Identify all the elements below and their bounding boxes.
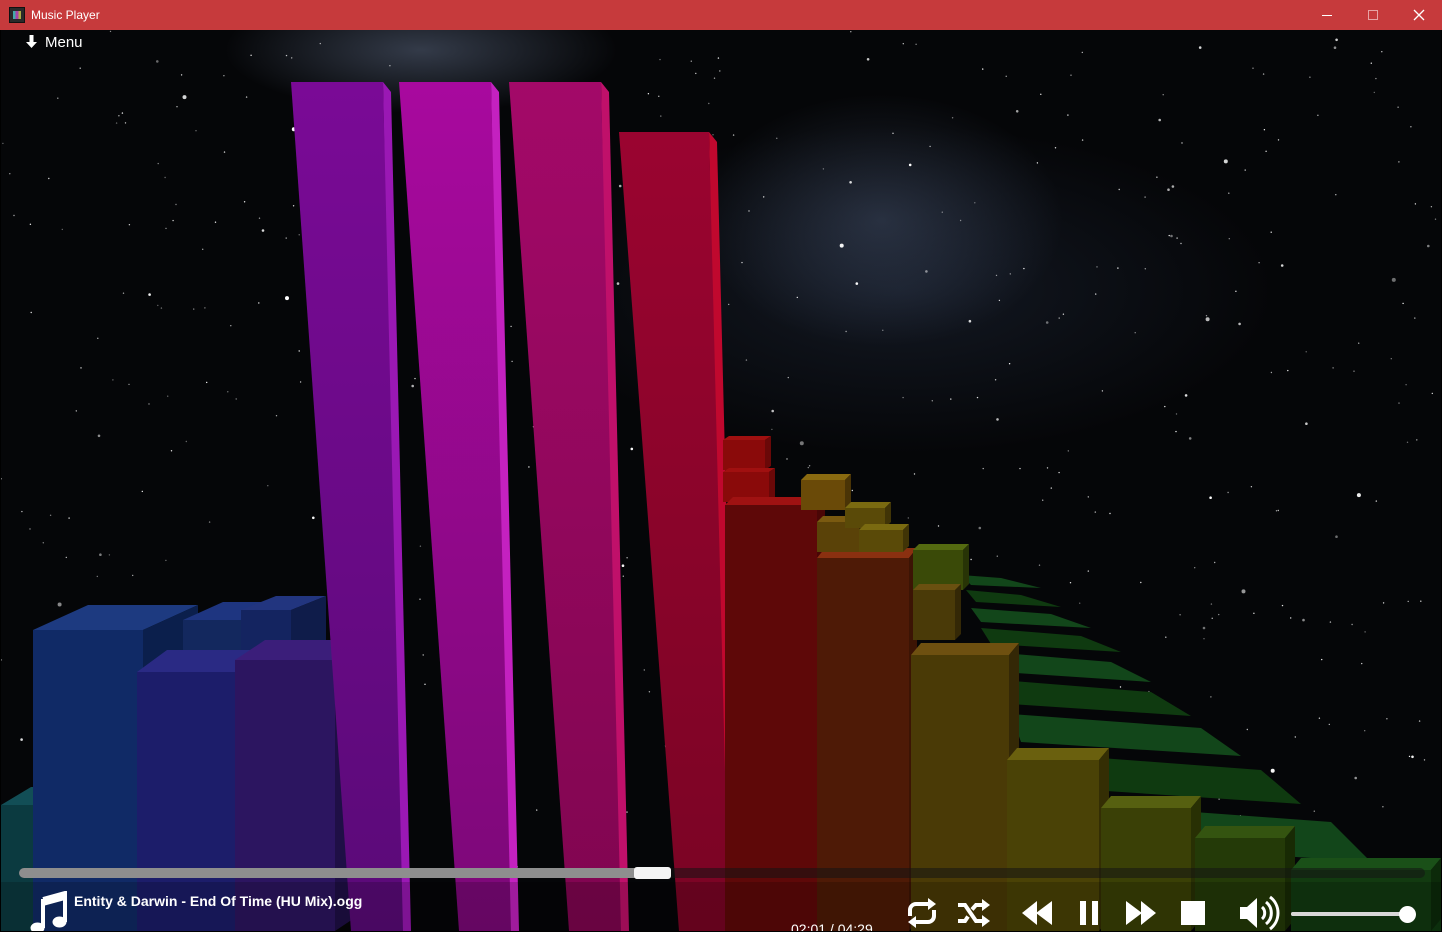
music-note-icon bbox=[30, 891, 67, 931]
seek-handle[interactable] bbox=[634, 867, 671, 879]
title-bar[interactable]: Music Player bbox=[0, 0, 1442, 30]
close-button[interactable] bbox=[1396, 0, 1442, 30]
bar-olive-top-front bbox=[801, 480, 845, 510]
repeat-icon bbox=[908, 898, 936, 928]
bar-olive-5-top bbox=[1101, 796, 1201, 808]
spectrum-visualizer bbox=[1, 82, 1441, 931]
window-title: Music Player bbox=[31, 8, 100, 22]
bar-green-top bbox=[1195, 826, 1295, 838]
bar-amber-side bbox=[955, 584, 961, 640]
floor-tile bbox=[971, 608, 1091, 628]
bar-olive-4-front bbox=[859, 530, 903, 552]
bar-lime-top-side bbox=[963, 544, 969, 590]
bar-olive-4-top bbox=[859, 524, 909, 530]
minimize-icon bbox=[1322, 15, 1332, 16]
bar-gold-top bbox=[911, 643, 1019, 655]
repeat-button[interactable] bbox=[902, 894, 942, 931]
seek-bar[interactable] bbox=[19, 865, 1425, 879]
stop-button[interactable] bbox=[1173, 894, 1213, 931]
fast-forward-icon bbox=[1126, 901, 1156, 925]
floor-tile bbox=[1001, 680, 1191, 716]
shuffle-icon bbox=[958, 899, 990, 927]
bar-red-top-side bbox=[765, 436, 771, 470]
fast-forward-button[interactable] bbox=[1121, 894, 1161, 931]
menu-button[interactable]: Menu bbox=[25, 31, 83, 53]
bar-olive-3-top bbox=[845, 502, 891, 508]
rewind-icon bbox=[1022, 901, 1052, 925]
close-icon bbox=[1413, 9, 1425, 21]
volume-slider[interactable] bbox=[1291, 906, 1421, 923]
pause-button[interactable] bbox=[1069, 894, 1109, 931]
maximize-button[interactable] bbox=[1350, 0, 1396, 30]
minimize-button[interactable] bbox=[1304, 0, 1350, 30]
floor-tile bbox=[961, 575, 1041, 588]
volume-icon bbox=[1240, 895, 1280, 931]
bar-amber-top bbox=[913, 584, 961, 590]
bar-amber-front bbox=[913, 590, 955, 640]
bar-lime-top-top bbox=[913, 544, 969, 550]
bar-yellow-top bbox=[1007, 748, 1109, 760]
seek-progress bbox=[19, 868, 653, 878]
time-display: 02:01 / 04:29 bbox=[791, 921, 873, 931]
maximize-icon bbox=[1368, 10, 1378, 20]
stop-icon bbox=[1181, 901, 1205, 925]
pause-icon bbox=[1080, 901, 1098, 925]
floor-tile bbox=[966, 590, 1061, 607]
rewind-button[interactable] bbox=[1017, 894, 1057, 931]
visualizer-scene: Menu Entity & Darwin - End Of Time (HU M… bbox=[1, 30, 1441, 931]
bar-red-mid-top bbox=[723, 468, 775, 472]
bar-red-top-top bbox=[723, 436, 771, 440]
track-title: Entity & Darwin - End Of Time (HU Mix).o… bbox=[74, 893, 363, 909]
music-player-window: Music Player Menu Entity & Darwin - End … bbox=[0, 0, 1442, 932]
volume-handle[interactable] bbox=[1399, 906, 1416, 923]
bar-olive-top-top bbox=[801, 474, 851, 480]
shuffle-button[interactable] bbox=[954, 894, 994, 931]
arrow-down-icon bbox=[26, 35, 37, 48]
bar-red-top-front bbox=[723, 440, 765, 470]
volume-button[interactable] bbox=[1235, 894, 1283, 931]
app-icon bbox=[9, 7, 25, 23]
volume-level bbox=[1291, 912, 1407, 916]
bar-red-mid-side bbox=[769, 468, 775, 502]
menu-label: Menu bbox=[45, 33, 83, 51]
